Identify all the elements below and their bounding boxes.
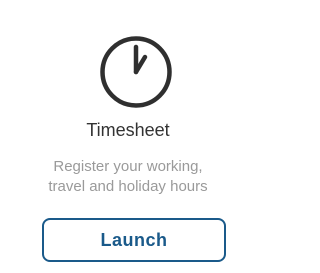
card-description: Register your working, travel and holida… — [0, 157, 256, 197]
timesheet-card: Timesheet Register your working, travel … — [0, 0, 256, 273]
card-title: Timesheet — [86, 120, 170, 140]
description-line-1: Register your working, — [53, 158, 203, 175]
clock-icon — [100, 36, 172, 108]
launch-button[interactable]: Launch — [42, 218, 226, 262]
description-line-2: travel and holiday hours — [48, 178, 208, 195]
